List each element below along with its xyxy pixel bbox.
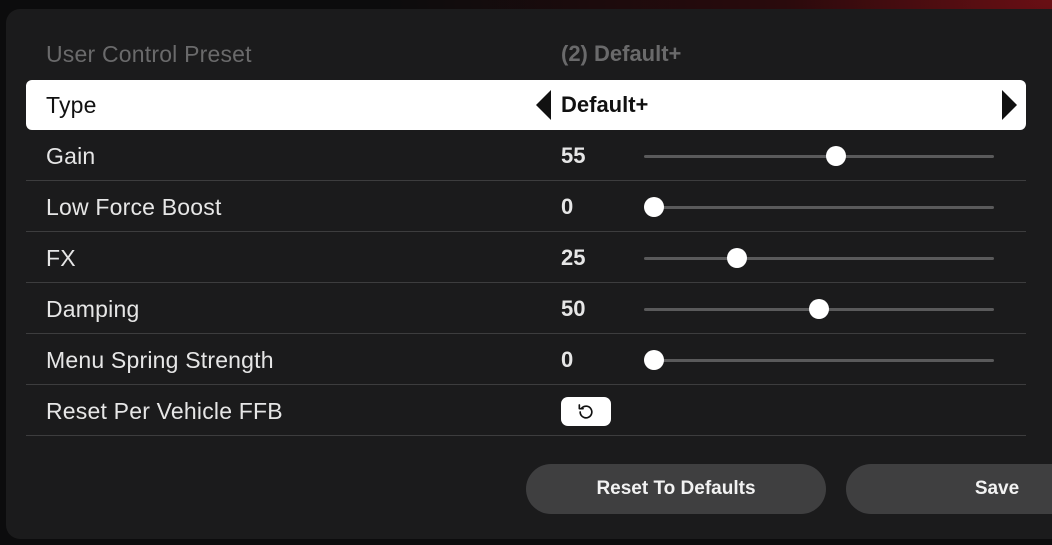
- damping-label: Damping: [46, 296, 140, 322]
- fx-slider[interactable]: [644, 248, 994, 268]
- menu-spring-strength-slider[interactable]: [644, 350, 994, 370]
- menu-spring-strength-row[interactable]: Menu Spring Strength 0: [26, 335, 1026, 385]
- gain-slider[interactable]: [644, 146, 994, 166]
- arrow-right-icon[interactable]: [1002, 90, 1017, 120]
- preset-value: (2) Default+: [561, 41, 682, 66]
- reset-per-vehicle-label: Reset Per Vehicle FFB: [46, 398, 283, 424]
- gain-label: Gain: [46, 143, 96, 169]
- preset-label: User Control Preset: [46, 41, 252, 67]
- low-force-boost-row[interactable]: Low Force Boost 0: [26, 182, 1026, 232]
- fx-row[interactable]: FX 25: [26, 233, 1026, 283]
- menu-spring-strength-label: Menu Spring Strength: [46, 347, 274, 373]
- reset-per-vehicle-button[interactable]: [561, 397, 611, 426]
- low-force-boost-slider-thumb[interactable]: [644, 197, 664, 217]
- low-force-boost-slider[interactable]: [644, 197, 994, 217]
- type-value: Default+: [561, 92, 649, 117]
- fx-value: 25: [561, 245, 586, 270]
- damping-row[interactable]: Damping 50: [26, 284, 1026, 334]
- damping-value: 50: [561, 296, 586, 321]
- fx-label: FX: [46, 245, 76, 271]
- gain-row[interactable]: Gain 55: [26, 131, 1026, 181]
- type-selector-row[interactable]: Type Default+: [26, 80, 1026, 130]
- reset-to-defaults-button[interactable]: Reset To Defaults: [526, 464, 826, 514]
- arrow-left-icon[interactable]: [536, 90, 551, 120]
- reset-icon: [578, 403, 593, 419]
- menu-spring-strength-value: 0: [561, 347, 574, 372]
- low-force-boost-value: 0: [561, 194, 574, 219]
- menu-spring-strength-slider-thumb[interactable]: [644, 350, 664, 370]
- user-control-preset-row: User Control Preset (2) Default+: [26, 29, 1026, 79]
- low-force-boost-label: Low Force Boost: [46, 194, 222, 220]
- save-button-label: Save: [974, 478, 1020, 499]
- damping-slider-thumb[interactable]: [809, 299, 829, 319]
- gain-slider-thumb[interactable]: [825, 146, 846, 166]
- reset-per-vehicle-row: Reset Per Vehicle FFB: [26, 386, 1026, 436]
- type-label: Type: [46, 92, 97, 118]
- gain-value: 55: [561, 143, 586, 168]
- save-button[interactable]: Save: [846, 464, 1052, 514]
- damping-slider[interactable]: [644, 299, 994, 319]
- fx-slider-thumb[interactable]: [726, 248, 747, 268]
